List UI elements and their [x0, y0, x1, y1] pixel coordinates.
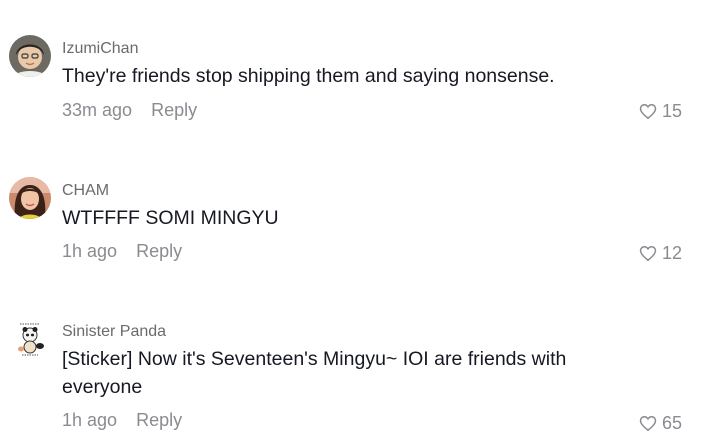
comment-timestamp: 1h ago: [62, 241, 118, 261]
comment-username[interactable]: Sinister Panda: [62, 323, 166, 341]
comment-username[interactable]: CHAM: [62, 182, 109, 200]
reply-button[interactable]: Reply: [151, 100, 197, 120]
reply-button[interactable]: Reply: [136, 410, 182, 430]
comment-timestamp: 1h ago: [62, 410, 118, 430]
heart-outline-icon: [639, 416, 657, 431]
like-count: 15: [661, 101, 682, 121]
avatar[interactable]: [9, 35, 51, 77]
heart-outline-icon: [639, 246, 657, 261]
comment-meta: 33m ago Reply: [62, 100, 197, 121]
comment-text: WTFFFF SOMI MINGYU: [62, 207, 279, 229]
avatar[interactable]: [9, 318, 51, 360]
comment-meta: 1h ago Reply: [62, 410, 182, 431]
panda-cartoon-avatar-icon: [9, 318, 51, 360]
like-count: 65: [661, 413, 682, 433]
like-count: 12: [661, 243, 682, 263]
like-button[interactable]: 15: [639, 101, 682, 122]
comment-text: They're friends stop shipping them and s…: [62, 65, 555, 87]
user-photo-avatar-icon: [9, 35, 51, 77]
reply-button[interactable]: Reply: [136, 241, 182, 261]
comment-meta: 1h ago Reply: [62, 241, 182, 262]
like-button[interactable]: 12: [639, 243, 682, 264]
heart-outline-icon: [639, 104, 657, 119]
user-photo-avatar-icon: [9, 177, 51, 219]
comment-timestamp: 33m ago: [62, 100, 133, 120]
comment-username[interactable]: IzumiChan: [62, 40, 138, 58]
comment-text: [Sticker] Now it's Seventeen's Mingyu~ I…: [62, 348, 567, 398]
like-button[interactable]: 65: [639, 413, 682, 434]
avatar[interactable]: [9, 177, 51, 219]
